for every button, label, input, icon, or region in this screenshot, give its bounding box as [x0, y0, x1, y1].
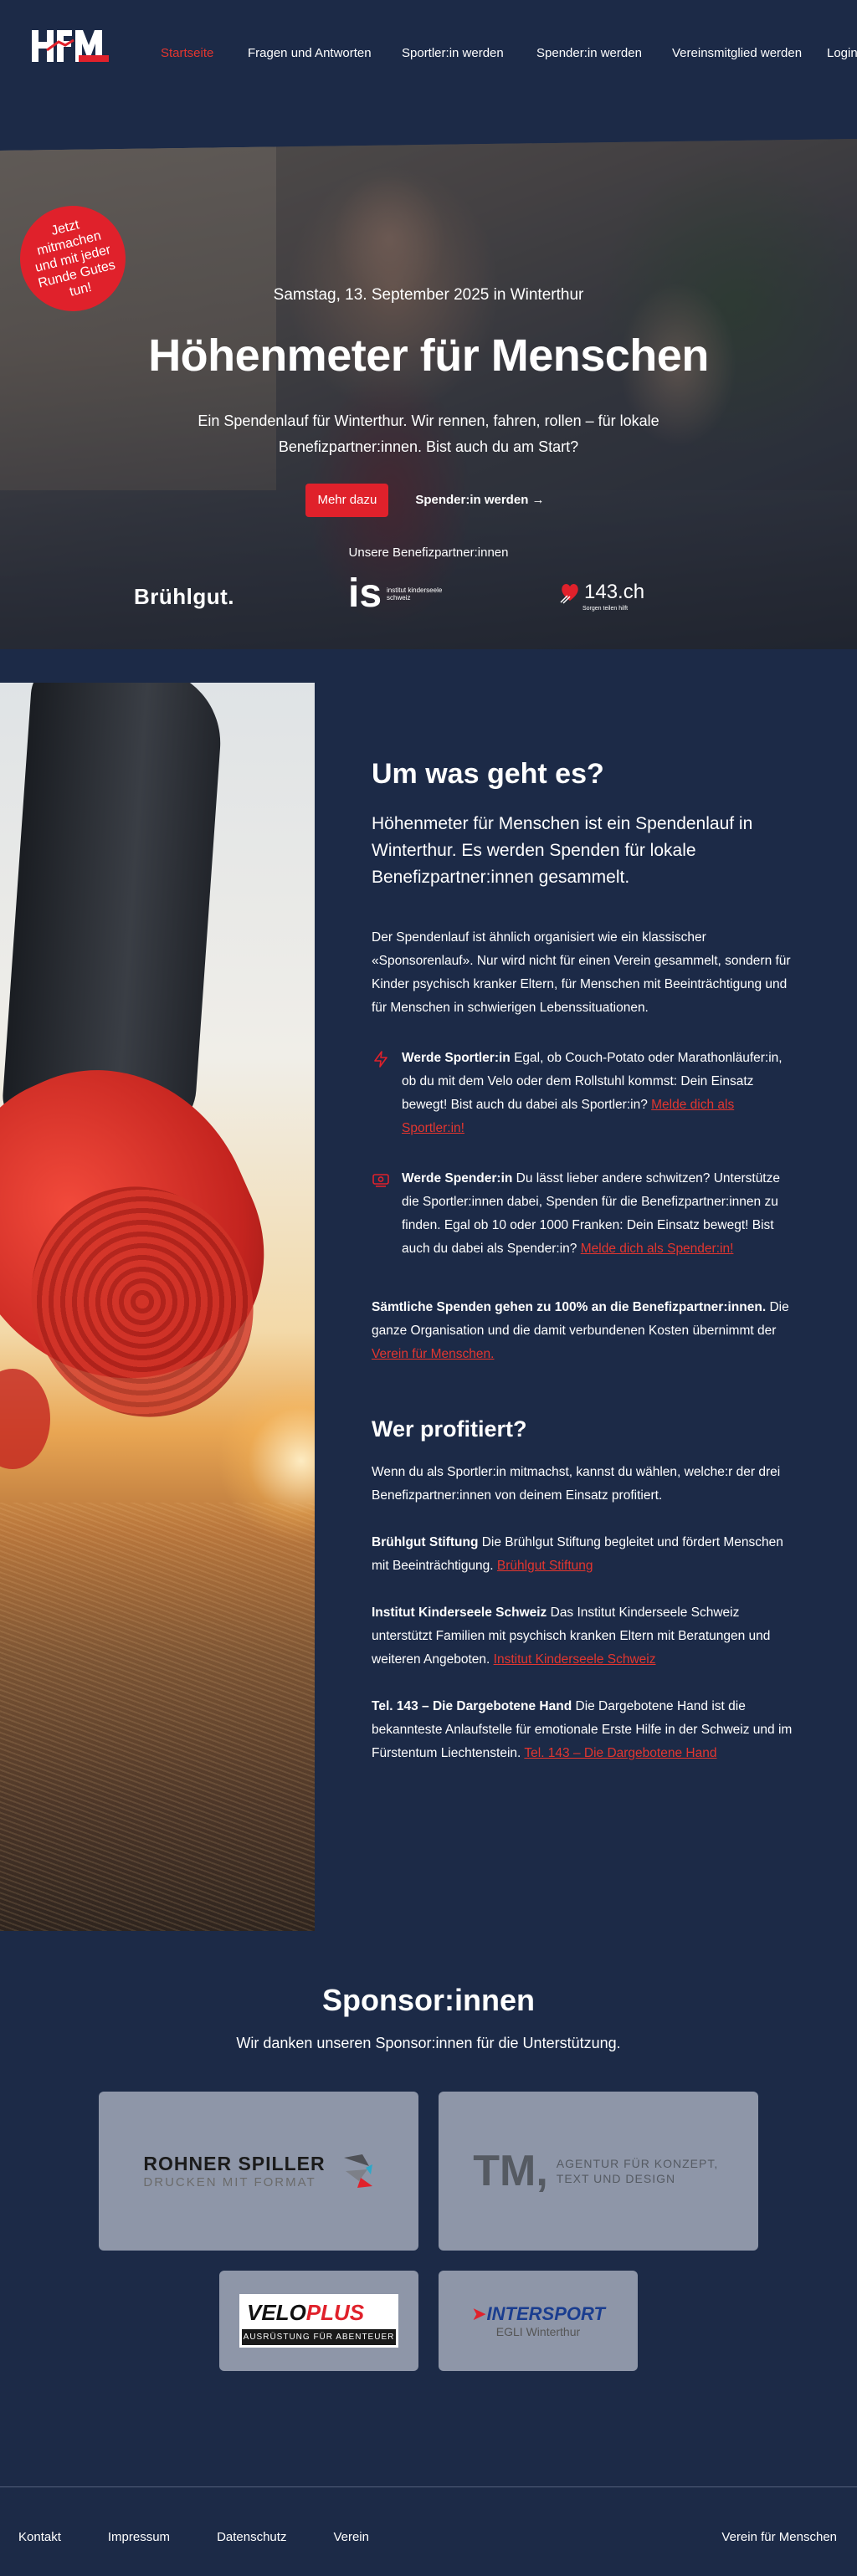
- about-lead: Höhenmeter für Menschen ist ein Spendenl…: [372, 814, 753, 887]
- kinderseele-logo-mark: is: [348, 571, 382, 616]
- feature-athlete-title: Werde Sportler:in: [402, 1051, 511, 1065]
- top-navigation: Startseite Fragen und Antworten Sportler…: [0, 0, 857, 109]
- tm-text: AGENTUR FÜR KONZEPT, TEXT UND DESIGN: [556, 2157, 719, 2185]
- footer-kontakt[interactable]: Kontakt: [18, 2530, 61, 2544]
- sponsor-card-veloplus[interactable]: VELOPLUS AUSRÜSTUNG FÜR ABENTEUER: [219, 2271, 418, 2371]
- feature-donor: Werde Spender:in Du lässt lieber andere …: [372, 1167, 795, 1261]
- sponsor-card-tm[interactable]: TM, AGENTUR FÜR KONZEPT, TEXT UND DESIGN: [439, 2092, 758, 2251]
- partners-label: Unsere Benefizpartner:innen: [348, 545, 509, 560]
- verein-link[interactable]: Verein für Menschen.: [372, 1347, 494, 1361]
- hfm-logo[interactable]: [30, 28, 110, 64]
- partner-bruehlgut-name: Brühlgut Stiftung: [372, 1535, 479, 1549]
- feature-donor-text: Werde Spender:in Du lässt lieber andere …: [402, 1167, 795, 1261]
- more-info-button[interactable]: Mehr dazu: [305, 484, 389, 517]
- heart-icon: [560, 584, 578, 604]
- rohner-mark-icon: [343, 2154, 372, 2188]
- tel143-logo-tagline: Sorgen teilen hilft: [582, 606, 629, 612]
- bruehlgut-logo[interactable]: Brühlgut.: [134, 584, 234, 610]
- donation-note-bold: Sämtliche Spenden gehen zu 100% an die B…: [372, 1300, 767, 1314]
- footer-impressum[interactable]: Impressum: [108, 2530, 170, 2544]
- hero-overlay: [0, 139, 857, 649]
- event-date: Samstag, 13. September 2025 in Winterthu…: [273, 286, 584, 304]
- tel143-logo[interactable]: 143.ch Sorgen teilen hilft: [559, 581, 645, 612]
- sponsor-card-rohner[interactable]: ROHNER SPILLER DRUCKEN MIT FORMAT: [99, 2092, 418, 2251]
- kinderseele-link[interactable]: Institut Kinderseele Schweiz: [494, 1652, 656, 1667]
- donation-note: Sämtliche Spenden gehen zu 100% an die B…: [372, 1296, 795, 1366]
- about-title: Um was geht es?: [372, 758, 604, 790]
- veloplus-logo: VELOPLUS AUSRÜSTUNG FÜR ABENTEUER: [239, 2294, 398, 2348]
- intersport-sub: EGLI Winterthur: [495, 2325, 581, 2338]
- hero-title: Höhenmeter für Menschen: [148, 330, 709, 381]
- tel143-logo-text: 143.ch: [584, 581, 645, 603]
- nav-vereinsmitglied[interactable]: Vereinsmitglied werden: [672, 46, 802, 60]
- donation-icon: [372, 1174, 389, 1187]
- veloplus-plus: PLUS: [305, 2300, 365, 2325]
- bruehlgut-link[interactable]: Brühlgut Stiftung: [497, 1559, 593, 1573]
- intersport-logo: ➤INTERSPORT EGLI Winterthur: [471, 2303, 605, 2338]
- partner-kinderseele-name: Institut Kinderseele Schweiz: [372, 1606, 547, 1620]
- tel143-link[interactable]: Tel. 143 – Die Dargebotene Hand: [524, 1746, 716, 1760]
- veloplus-tagline: AUSRÜSTUNG FÜR ABENTEUER: [243, 2333, 395, 2342]
- footer-links: Kontakt Impressum Datenschutz Verein: [18, 2530, 369, 2544]
- rohner-logo: ROHNER SPILLER DRUCKEN MIT FORMAT: [143, 2153, 373, 2189]
- intersport-wordmark: INTERSPORT: [486, 2303, 605, 2324]
- partner-logos: Brühlgut. is institut kinderseele schwei…: [0, 574, 857, 624]
- feature-donor-title: Werde Spender:in: [402, 1171, 513, 1186]
- runner-photo: [0, 683, 315, 1931]
- footer-verein-name[interactable]: Verein für Menschen: [721, 2530, 837, 2544]
- second-shoe: [0, 1369, 50, 1469]
- register-donor-link[interactable]: Melde dich als Spender:in!: [581, 1242, 734, 1256]
- partner-tel143-name: Tel. 143 – Die Dargebotene Hand: [372, 1699, 572, 1713]
- nav-sportler[interactable]: Sportler:in werden: [402, 46, 504, 60]
- footer-divider: [0, 2486, 857, 2487]
- about-intro: Der Spendenlauf ist ähnlich organisiert …: [372, 930, 791, 1015]
- footer-datenschutz[interactable]: Datenschutz: [217, 2530, 286, 2544]
- partner-bruehlgut: Brühlgut Stiftung Die Brühlgut Stiftung …: [372, 1531, 795, 1578]
- tm-logo: TM, AGENTUR FÜR KONZEPT, TEXT UND DESIGN: [473, 2146, 724, 2196]
- kinderseele-logo[interactable]: is institut kinderseele schweiz: [348, 574, 445, 614]
- who-benefits-title: Wer profitiert?: [372, 1416, 527, 1442]
- veloplus-wordmark: VELOPLUS: [242, 2297, 396, 2329]
- feature-athlete: Werde Sportler:in Egal, ob Couch-Potato …: [372, 1047, 795, 1140]
- sponsors-subtitle: Wir danken unseren Sponsor:innen für die…: [236, 2035, 621, 2051]
- nav-login[interactable]: Login: [827, 46, 857, 60]
- rohner-tagline: DRUCKEN MIT FORMAT: [143, 2175, 316, 2189]
- nav-faq[interactable]: Fragen und Antworten: [248, 46, 372, 60]
- become-donor-link[interactable]: Spender:in werden →: [408, 484, 551, 517]
- sponsors-title: Sponsor:innen: [322, 1983, 535, 2017]
- intersport-name: ➤INTERSPORT: [471, 2303, 605, 2325]
- feature-athlete-text: Werde Sportler:in Egal, ob Couch-Potato …: [402, 1047, 795, 1140]
- sponsor-card-intersport[interactable]: ➤INTERSPORT EGLI Winterthur: [439, 2271, 638, 2371]
- nav-spender[interactable]: Spender:in werden: [536, 46, 642, 60]
- footer-verein[interactable]: Verein: [333, 2530, 369, 2544]
- who-benefits-intro: Wenn du als Sportler:in mitmachst, kanns…: [372, 1465, 781, 1503]
- kinderseele-logo-text: institut kinderseele schweiz: [387, 586, 443, 602]
- rohner-name: ROHNER SPILLER: [143, 2153, 326, 2174]
- about-section: Um was geht es? Höhenmeter für Menschen …: [372, 758, 795, 1765]
- asphalt-ground: [0, 1503, 315, 1931]
- hero-section: Jetzt mitmachen und mit jeder Runde Gute…: [0, 139, 857, 649]
- hero-description: Ein Spendenlauf für Winterthur. Wir renn…: [198, 412, 659, 455]
- partner-tel143: Tel. 143 – Die Dargebotene Hand Die Darg…: [372, 1695, 795, 1765]
- lightning-icon: [374, 1051, 387, 1068]
- tm-mark: TM,: [473, 2147, 548, 2195]
- veloplus-velo: VELO: [247, 2300, 306, 2325]
- partner-kinderseele: Institut Kinderseele Schweiz Das Institu…: [372, 1601, 795, 1672]
- hero-buttons: Mehr dazu Spender:in werden →: [0, 484, 857, 517]
- intersport-arrow-icon: ➤: [471, 2303, 487, 2324]
- nav-startseite[interactable]: Startseite: [161, 46, 213, 60]
